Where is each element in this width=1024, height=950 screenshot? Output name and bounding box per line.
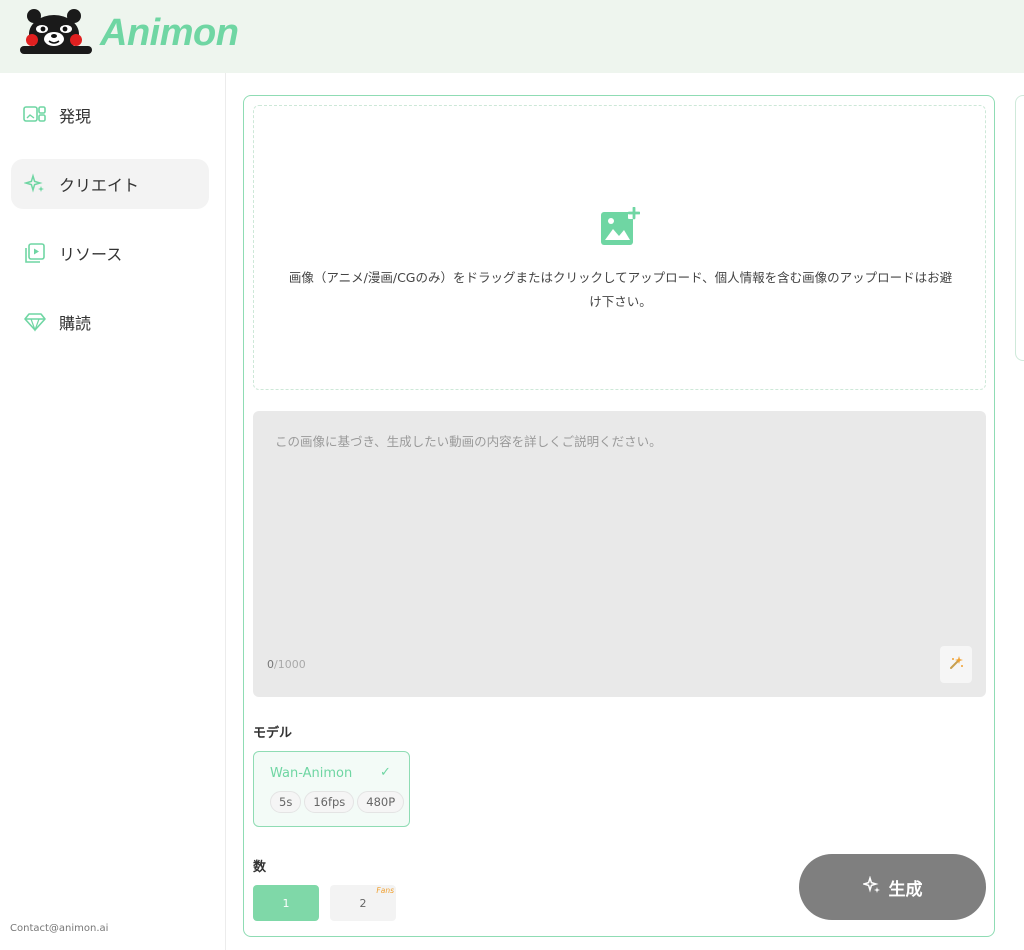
- model-name: Wan-Animon: [270, 766, 353, 781]
- duration-tag: 5s: [270, 791, 302, 813]
- contact-email[interactable]: Contact@animon.ai: [10, 923, 108, 934]
- fans-badge: Fans: [376, 886, 394, 895]
- bear-mascot-icon: [20, 9, 92, 54]
- upload-instructions: 画像（アニメ/漫画/CGのみ）をドラッグまたはクリックしてアップロード、個人情報…: [288, 270, 953, 309]
- model-option-wan-animon[interactable]: Wan-Animon ✓ 5s 16fps 480P: [253, 751, 410, 827]
- sidebar-item-resources[interactable]: リソース: [11, 228, 209, 278]
- sidebar-item-discover[interactable]: 発現: [11, 90, 209, 140]
- prompt-placeholder: この画像に基づき、生成したい動画の内容を詳しくご説明ください。: [275, 434, 662, 449]
- sidebar-item-subscription[interactable]: 購読: [11, 297, 209, 347]
- model-section-label: モデル: [253, 726, 293, 741]
- prompt-textarea[interactable]: この画像に基づき、生成したい動画の内容を詳しくご説明ください。 0/1000: [253, 411, 986, 697]
- app-name: Animon: [100, 11, 239, 54]
- sparkle-icon: [23, 172, 47, 196]
- quantity-option-1[interactable]: 1: [253, 885, 319, 921]
- character-count: 0: [267, 658, 274, 671]
- quantity-value: 2: [359, 896, 367, 910]
- quantity-option-2[interactable]: 2 Fans: [330, 885, 396, 921]
- magic-wand-icon: [948, 655, 964, 675]
- character-max: /1000: [274, 658, 306, 671]
- video-library-icon: [23, 241, 47, 265]
- model-tags: 5s 16fps 480P: [270, 791, 405, 813]
- app-header: Animon: [0, 0, 1024, 73]
- create-panel: 画像（アニメ/漫画/CGのみ）をドラッグまたはクリックしてアップロード、個人情報…: [243, 95, 995, 937]
- character-counter: 0/1000: [267, 658, 306, 671]
- sidebar-item-label: 購読: [59, 314, 92, 333]
- generate-label: 生成: [888, 879, 923, 900]
- sidebar-item-label: リソース: [59, 245, 123, 264]
- quantity-section-label: 数: [253, 860, 267, 875]
- resolution-tag: 480P: [357, 791, 405, 813]
- diamond-icon: [23, 310, 47, 334]
- gallery-icon: [23, 103, 47, 127]
- sidebar-item-create[interactable]: クリエイト: [11, 159, 209, 209]
- sidebar-item-label: 発現: [59, 107, 92, 126]
- app-logo[interactable]: Animon: [18, 8, 239, 58]
- sparkle-icon: [860, 875, 881, 898]
- side-panel-edge: [1015, 95, 1024, 361]
- add-image-icon: [600, 206, 641, 251]
- image-upload-dropzone[interactable]: 画像（アニメ/漫画/CGのみ）をドラッグまたはクリックしてアップロード、個人情報…: [253, 105, 986, 390]
- sidebar-item-label: クリエイト: [59, 176, 140, 195]
- quantity-value: 1: [282, 896, 290, 910]
- sidebar: 発現 クリエイト リソース 購読 Contact@animon.ai: [0, 73, 226, 950]
- check-icon: ✓: [380, 765, 391, 780]
- fps-tag: 16fps: [304, 791, 355, 813]
- generate-button[interactable]: 生成: [799, 854, 986, 920]
- prompt-enhance-button[interactable]: [940, 646, 972, 683]
